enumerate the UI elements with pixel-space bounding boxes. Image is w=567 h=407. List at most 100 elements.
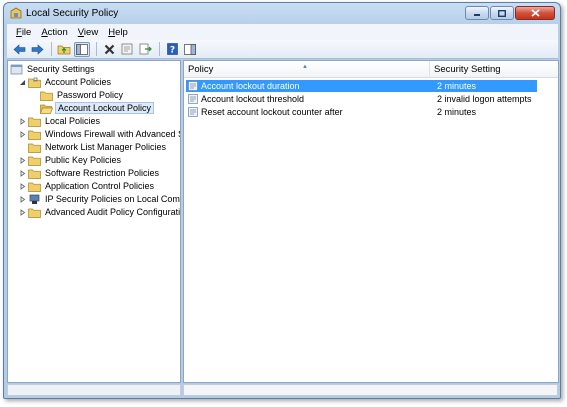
horizontal-scrollbar[interactable] <box>7 384 181 396</box>
window-title: Local Security Policy <box>26 8 119 19</box>
tree-item-ip-security[interactable]: IP Security Policies on Local Compute <box>18 193 180 205</box>
help-button[interactable]: ? <box>164 42 180 57</box>
help-icon: ? <box>166 43 178 56</box>
policy-item-icon <box>188 81 198 91</box>
policy-name: Reset account lockout counter after <box>201 107 343 117</box>
tree-item-network-list[interactable]: Network List Manager Policies <box>28 141 168 153</box>
up-folder-icon <box>57 45 71 55</box>
tree-item-advanced-audit[interactable]: Advanced Audit Policy Configuration <box>18 206 181 218</box>
maximize-button[interactable] <box>490 6 514 20</box>
tree-item-security-settings[interactable]: Security Settings <box>10 63 97 75</box>
minimize-icon <box>474 14 480 16</box>
tree-item-password-policy[interactable]: Password Policy <box>40 89 125 101</box>
maximize-icon <box>498 9 506 17</box>
back-arrow-icon <box>13 43 25 55</box>
expand-arrow-icon[interactable] <box>18 169 26 177</box>
policy-list[interactable]: Policy ▲ Security Setting Account lockou… <box>183 60 559 383</box>
minimize-button[interactable] <box>465 6 489 20</box>
tree-item-public-key[interactable]: Public Key Policies <box>18 154 123 166</box>
column-header-label: Policy <box>188 64 214 75</box>
tree-item-label: Network List Manager Policies <box>45 142 167 152</box>
tree-item-label: Software Restriction Policies <box>45 168 160 178</box>
delete-icon <box>104 44 114 54</box>
column-header-security-setting[interactable]: Security Setting <box>430 61 558 78</box>
policy-name: Account lockout duration <box>201 81 300 91</box>
caption-buttons <box>464 6 555 21</box>
menu-bar: File Action View Help <box>7 24 558 40</box>
policy-name: Account lockout threshold <box>201 94 305 104</box>
toolbar-separator <box>159 42 160 56</box>
back-button[interactable] <box>11 42 27 57</box>
folder-icon <box>28 143 41 153</box>
tree-item-software-restriction[interactable]: Software Restriction Policies <box>18 167 161 179</box>
menu-view[interactable]: View <box>73 27 103 38</box>
forward-button[interactable] <box>29 42 45 57</box>
folder-icon <box>28 130 41 140</box>
export-list-button[interactable] <box>137 42 153 57</box>
menu-file-label: ile <box>21 26 32 38</box>
show-hide-tree-button[interactable] <box>74 41 90 57</box>
menu-action[interactable]: Action <box>36 27 72 38</box>
expand-arrow-icon[interactable] <box>18 130 26 138</box>
close-button[interactable] <box>515 6 555 20</box>
svg-text:?: ? <box>169 46 174 56</box>
tree-item-label: Public Key Policies <box>45 155 122 165</box>
column-header-label: Security Setting <box>434 64 501 75</box>
collapse-arrow-icon[interactable] <box>18 78 26 86</box>
status-bar <box>7 384 558 396</box>
tree-item-account-lockout-policy[interactable]: Account Lockout Policy <box>40 102 155 114</box>
list-row[interactable]: Account lockout duration 2 minutes <box>186 80 537 92</box>
expand-arrow-icon[interactable] <box>18 156 26 164</box>
properties-button[interactable] <box>119 42 135 57</box>
sort-ascending-icon: ▲ <box>302 64 308 70</box>
security-policy-icon <box>10 7 22 19</box>
policy-item-icon <box>188 94 198 104</box>
expand-arrow-icon[interactable] <box>18 182 26 190</box>
delete-button[interactable] <box>101 42 117 57</box>
list-row[interactable]: Reset account lockout counter after 2 mi… <box>186 106 537 118</box>
folder-lock-icon <box>28 77 41 88</box>
toolbar-separator <box>96 42 97 56</box>
policy-item-icon <box>188 107 198 117</box>
toolbar: ? <box>7 40 558 59</box>
policy-setting: 2 minutes <box>437 107 477 117</box>
list-row[interactable]: Account lockout threshold 2 invalid logo… <box>186 93 537 105</box>
folder-icon <box>28 169 41 179</box>
toolbar-separator <box>51 42 52 56</box>
title-bar[interactable]: Local Security Policy <box>4 3 560 23</box>
tree-item-label: Advanced Audit Policy Configuration <box>45 207 181 217</box>
console-tree[interactable]: Security Settings Account Policies Passw… <box>7 60 181 383</box>
app-window: Local Security Policy File Action View H… <box>3 2 561 399</box>
tree-item-windows-firewall[interactable]: Windows Firewall with Advanced Secu <box>18 128 180 140</box>
close-icon <box>530 9 540 17</box>
security-settings-icon <box>10 64 23 74</box>
tree-item-label: IP Security Policies on Local Compute <box>45 194 180 204</box>
expand-arrow-icon[interactable] <box>18 195 26 203</box>
menu-file[interactable]: File <box>11 27 36 38</box>
column-header-policy[interactable]: Policy ▲ <box>184 61 430 78</box>
tree-item-label: Application Control Policies <box>45 181 155 191</box>
up-one-level-button[interactable] <box>56 42 72 57</box>
folder-icon <box>28 182 41 192</box>
menu-view-label: iew <box>83 26 99 38</box>
folder-icon <box>40 91 53 101</box>
action-pane-icon <box>184 43 196 55</box>
forward-arrow-icon <box>31 43 43 55</box>
tree-item-label: Local Policies <box>45 116 101 126</box>
tree-item-label: Password Policy <box>57 90 124 100</box>
tree-item-account-policies[interactable]: Account Policies <box>18 76 113 88</box>
action-pane-button[interactable] <box>182 42 198 57</box>
tree-item-label: Account Policies <box>45 77 112 87</box>
menu-help[interactable]: Help <box>103 27 133 38</box>
menu-action-label: ction <box>47 26 68 38</box>
expand-arrow-icon[interactable] <box>18 117 26 125</box>
tree-item-local-policies[interactable]: Local Policies <box>18 115 102 127</box>
policy-setting: 2 invalid logon attempts <box>437 94 532 104</box>
tree-item-label: Security Settings <box>27 64 95 74</box>
properties-icon <box>121 43 133 55</box>
export-list-icon <box>139 43 152 55</box>
tree-item-application-control[interactable]: Application Control Policies <box>18 180 156 192</box>
folder-icon <box>28 117 41 127</box>
status-panel <box>183 384 558 396</box>
expand-arrow-icon[interactable] <box>18 208 26 216</box>
